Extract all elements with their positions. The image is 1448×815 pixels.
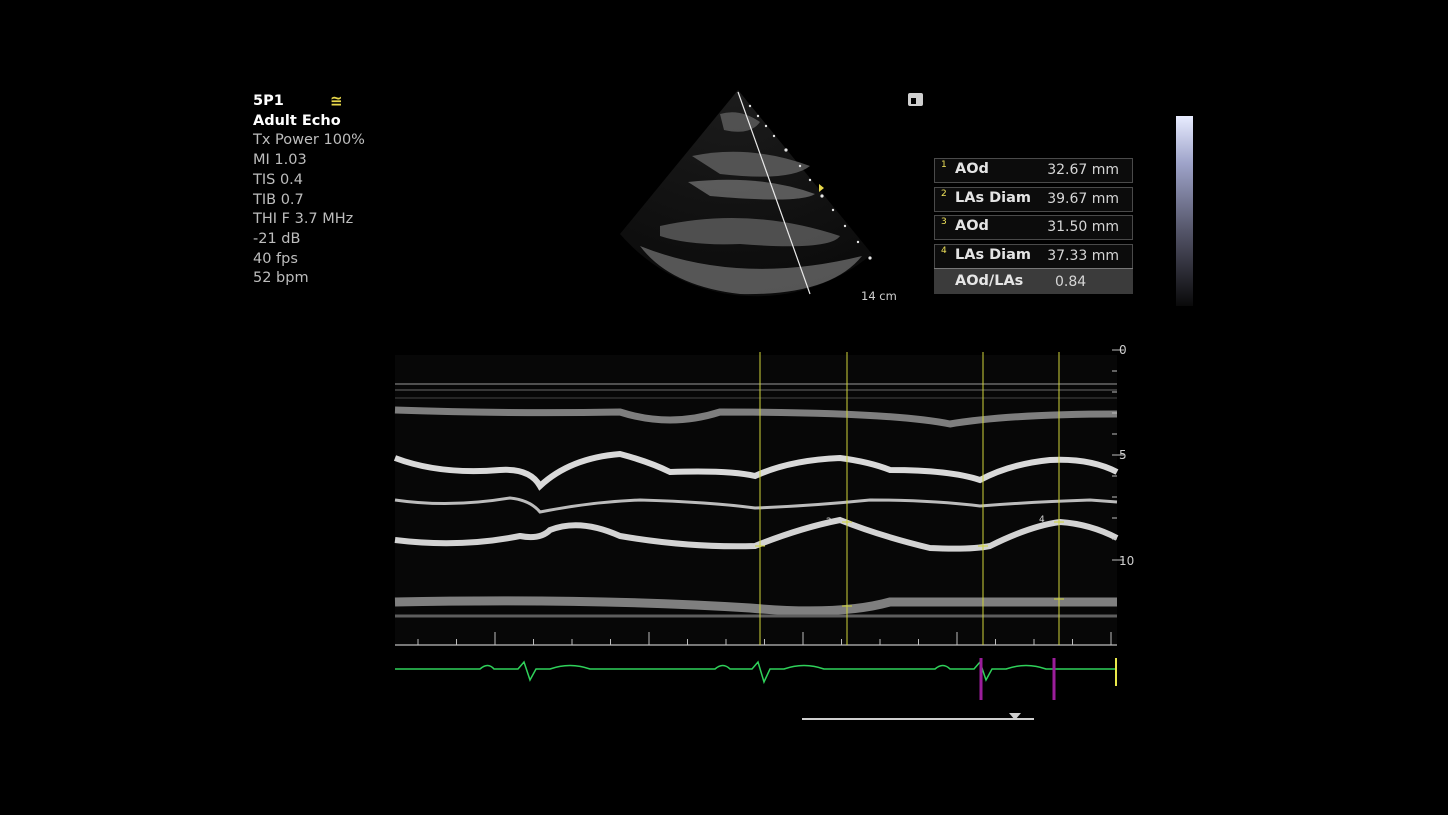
harmonic-frequency: THI F 3.7 MHz (253, 211, 354, 228)
depth-label: 14 cm (861, 289, 897, 303)
frame-rate: 40 fps (253, 250, 298, 267)
ratio-result: AOd/LAs 0.84 (934, 268, 1133, 294)
measurement-label: AOd (955, 161, 989, 177)
ecg-waveform (395, 660, 1117, 685)
m-mode-trace: 2 4 (393, 349, 1124, 646)
ratio-value: 0.84 (1055, 274, 1087, 290)
caliper-label: 2 (826, 517, 832, 527)
gain: -21 dB (253, 230, 301, 247)
thermal-index-bone: TIB 0.7 (253, 191, 304, 208)
measurement-label: AOd (955, 218, 989, 234)
depth-scale-label: 0 (1119, 343, 1127, 357)
sector-image (620, 90, 872, 297)
ratio-label: AOd/LAs (955, 273, 1024, 289)
caliper-label: 4 (1039, 515, 1045, 525)
measurement-row[interactable]: 4 LAs Diam 37.33 mm (934, 243, 1133, 269)
focus-marker (819, 184, 824, 192)
measurement-value: 31.50 mm (1047, 219, 1119, 235)
depth-scale-label: 5 (1119, 448, 1127, 462)
measurement-row[interactable]: 3 AOd 31.50 mm (934, 215, 1133, 240)
measurement-row[interactable]: 1 AOd 32.67 mm (934, 158, 1133, 183)
thermal-index-soft: TIS 0.4 (253, 171, 304, 188)
measurement-index: 3 (941, 217, 947, 227)
measurement-row[interactable]: 2 LAs Diam 39.67 mm (934, 186, 1133, 212)
ecg-trace (395, 658, 1117, 700)
measurement-index: 2 (941, 188, 947, 199)
measurement-index: 4 (941, 245, 947, 256)
probe-name: 5P1 (253, 93, 284, 109)
grayscale-bar (1176, 116, 1193, 306)
depth-scale-label: 10 (1119, 554, 1135, 568)
heart-rate: 52 bpm (253, 270, 309, 287)
freeze-icon[interactable] (908, 93, 923, 106)
measurement-index: 1 (941, 160, 947, 170)
mechanical-index: MI 1.03 (253, 152, 307, 169)
parameter-panel: 5P1 ≅ Adult Echo Tx Power 100% MI 1.03 T… (253, 92, 365, 289)
measurement-value: 32.67 mm (1047, 162, 1119, 178)
probe-row: 5P1 ≅ (253, 92, 365, 112)
measurement-label: LAs Diam (955, 246, 1032, 263)
preset-name: Adult Echo (253, 112, 341, 129)
measurement-table: 1 AOd 32.67 mm 2 LAs Diam 39.67 mm 3 AOd… (934, 158, 1133, 272)
measurement-value: 39.67 mm (1047, 190, 1119, 207)
cine-scrollbar[interactable] (802, 718, 1034, 720)
measurement-label: LAs Diam (955, 189, 1032, 206)
cine-position-marker[interactable] (1009, 713, 1021, 720)
measurement-value: 37.33 mm (1047, 247, 1119, 264)
tx-power: Tx Power 100% (253, 132, 365, 149)
wave-equals-icon: ≅ (330, 92, 343, 110)
